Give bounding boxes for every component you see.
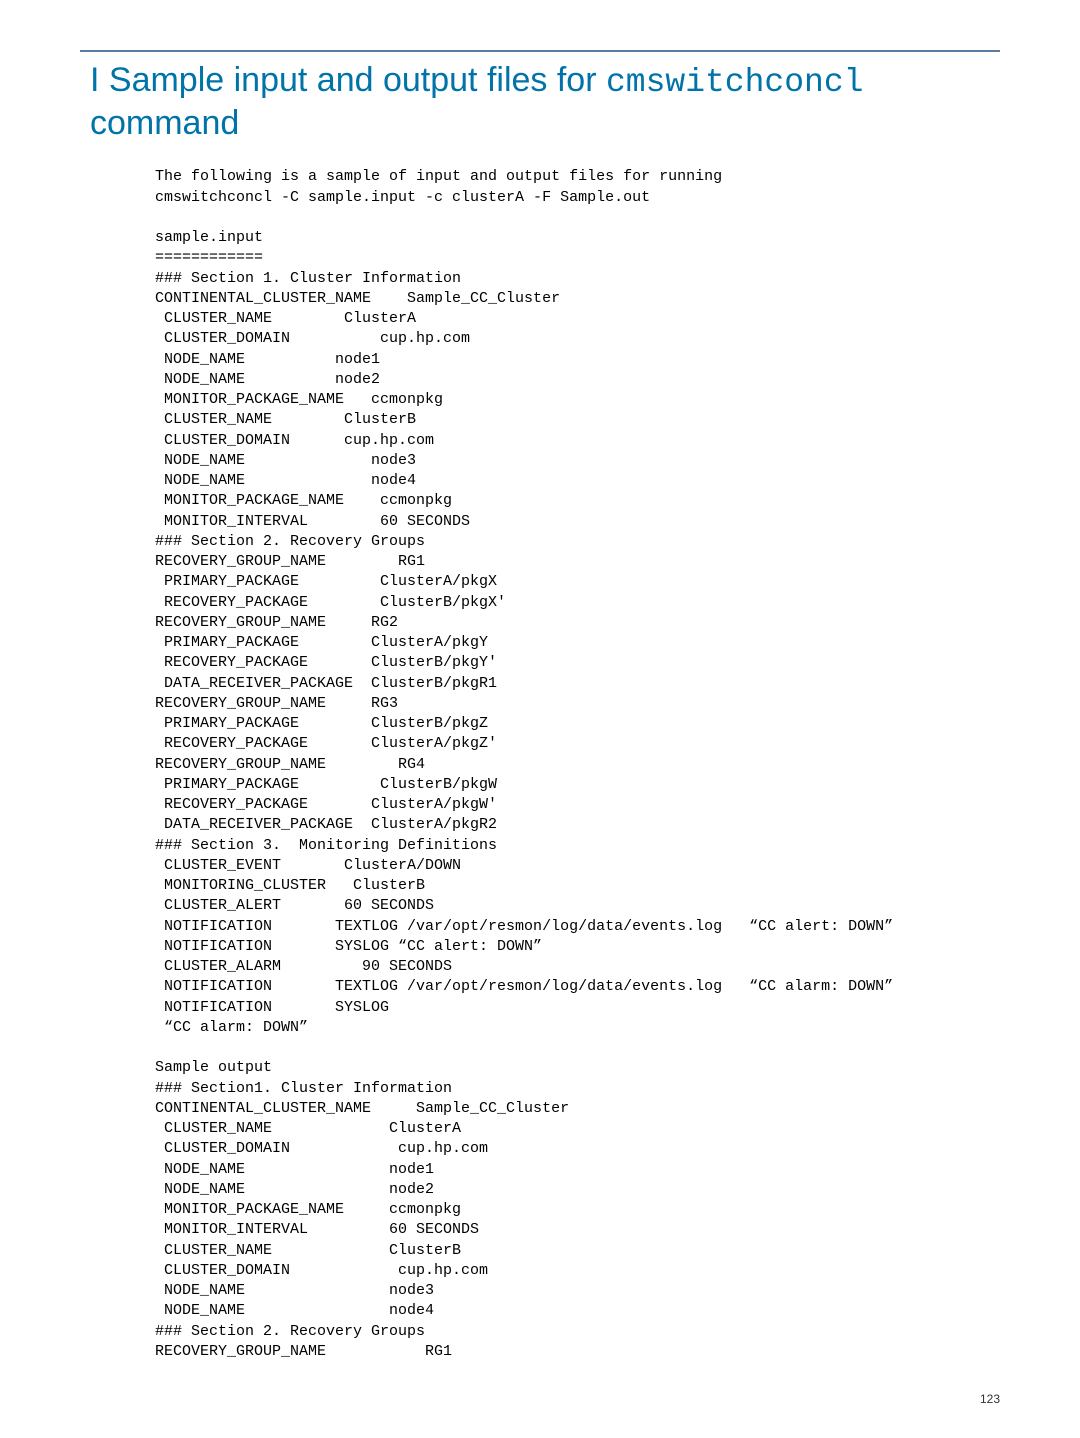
title-code: cmswitchconcl [606, 64, 863, 101]
section3-header: ### Section 3. Monitoring Definitions [155, 837, 497, 854]
output-section2-body: RECOVERY_GROUP_NAME RG1 [155, 1343, 452, 1360]
section1-header: ### Section 1. Cluster Information [155, 270, 461, 287]
section1-body: CONTINENTAL_CLUSTER_NAME Sample_CC_Clust… [155, 290, 560, 530]
page-title: I Sample input and output files for cmsw… [80, 60, 1000, 143]
output-section1-body: CONTINENTAL_CLUSTER_NAME Sample_CC_Clust… [155, 1100, 569, 1320]
output-section2-header: ### Section 2. Recovery Groups [155, 1323, 425, 1340]
section2-header: ### Section 2. Recovery Groups [155, 533, 425, 550]
document-body: The following is a sample of input and o… [80, 167, 1000, 1362]
intro-line-1: The following is a sample of input and o… [155, 168, 722, 185]
output-section1-header: ### Section1. Cluster Information [155, 1080, 452, 1097]
section2-body: RECOVERY_GROUP_NAME RG1 PRIMARY_PACKAGE … [155, 553, 506, 833]
intro-line-2: cmswitchconcl -C sample.input -c cluster… [155, 189, 650, 206]
page-number: 123 [80, 1392, 1000, 1406]
sample-output-label: Sample output [155, 1059, 272, 1076]
title-suffix: command [90, 104, 239, 142]
top-rule [80, 50, 1000, 52]
title-prefix: I Sample input and output files for [90, 61, 606, 99]
divider: ============ [155, 249, 263, 266]
section3-body: CLUSTER_EVENT ClusterA/DOWN MONITORING_C… [155, 857, 893, 1036]
sample-input-label: sample.input [155, 229, 263, 246]
